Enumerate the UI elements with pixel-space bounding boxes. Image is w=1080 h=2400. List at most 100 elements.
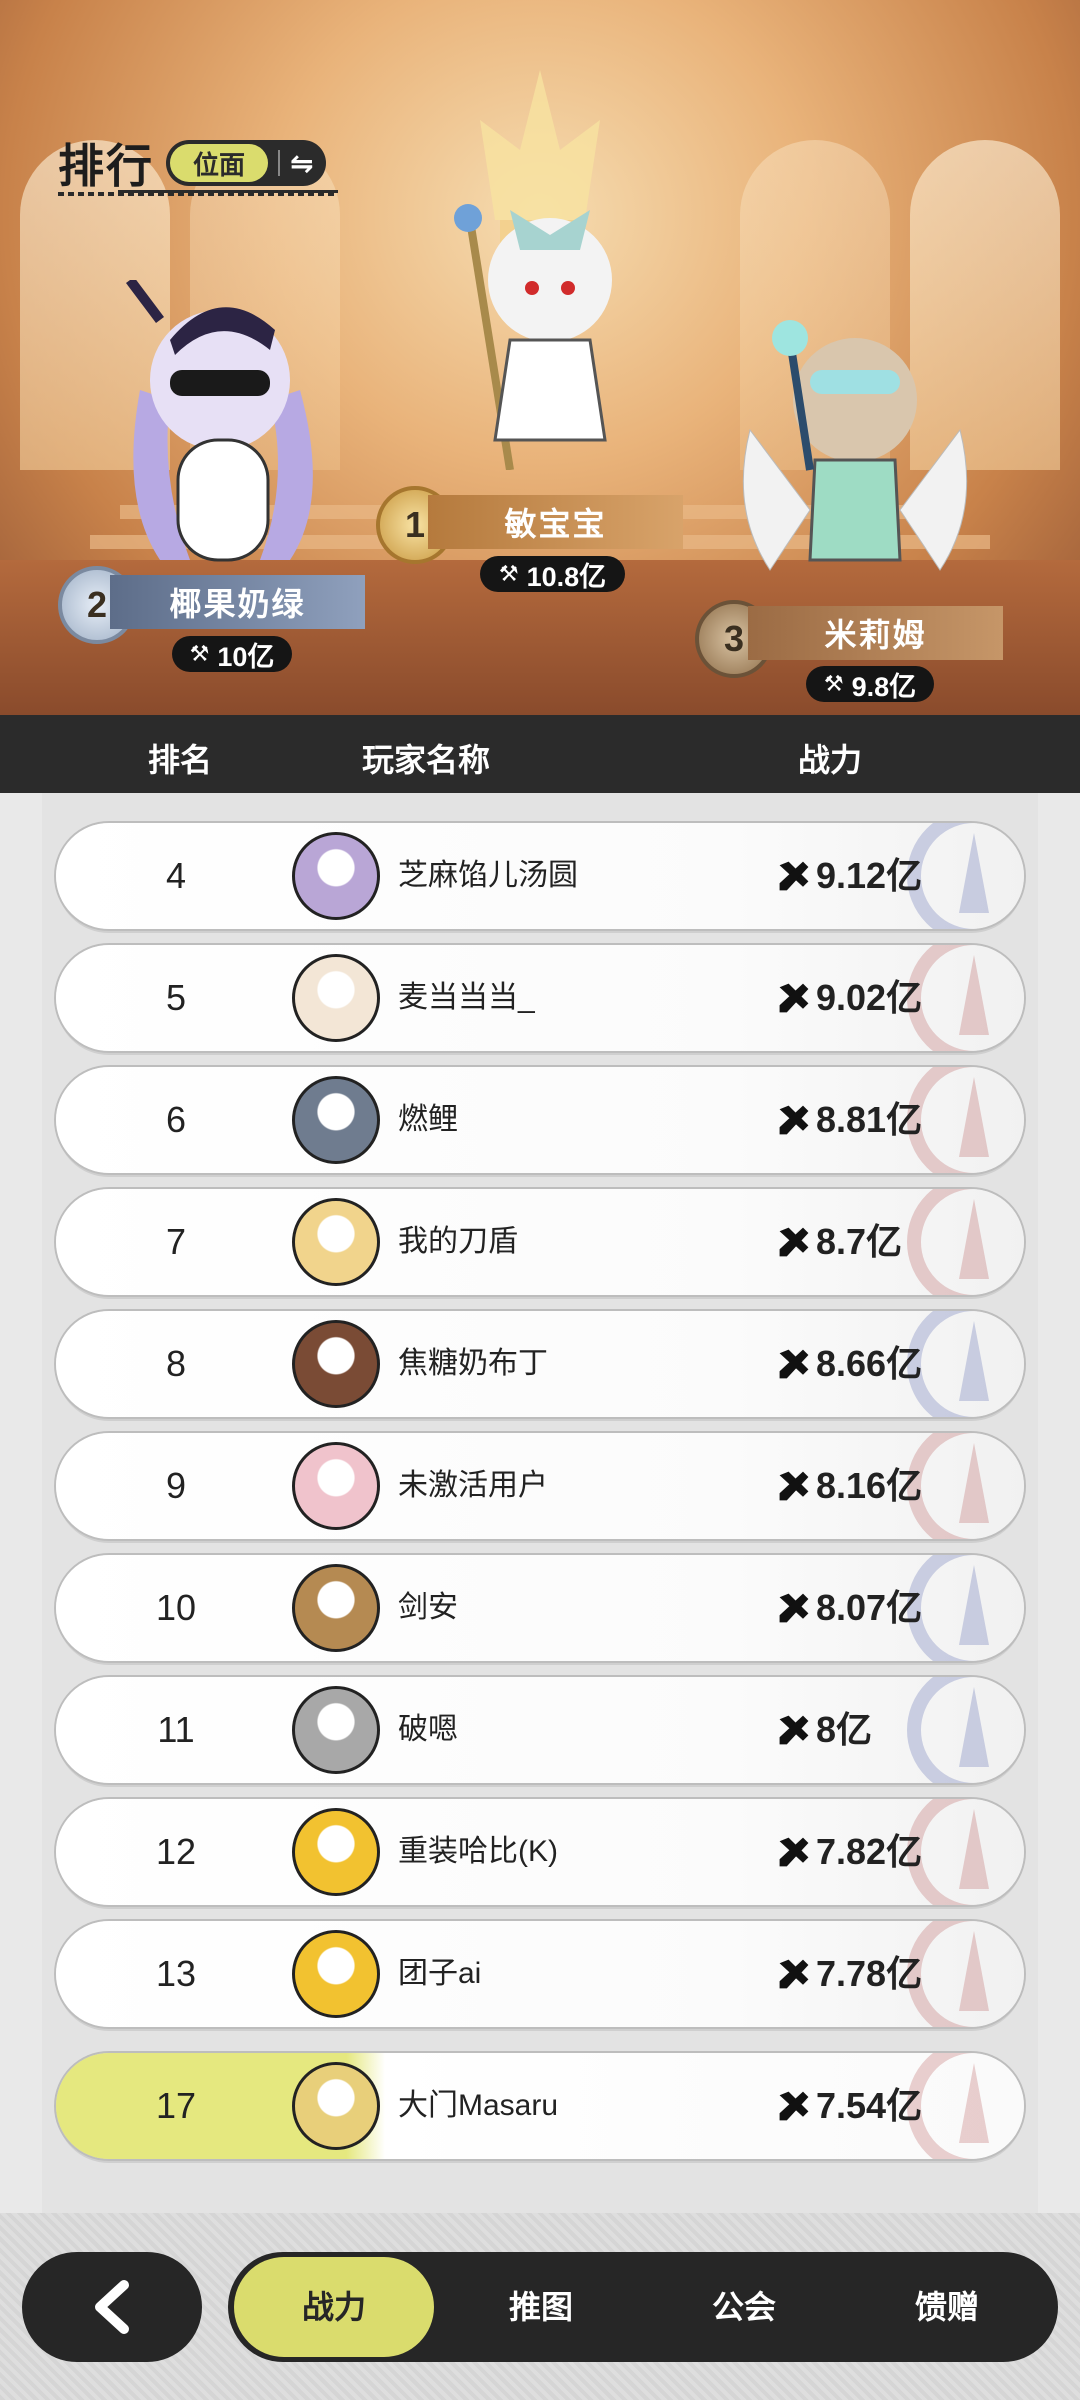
player-2-power: ⚒ 10亿: [172, 636, 292, 672]
crest-emblem: [907, 1677, 1024, 1783]
power-value: 9.02亿: [776, 945, 922, 1051]
rank-number: 10: [155, 1587, 197, 1628]
player-2-character[interactable]: [100, 280, 340, 570]
avatar[interactable]: [292, 1198, 380, 1286]
avatar[interactable]: [292, 1076, 380, 1164]
power-icon: [779, 2091, 809, 2121]
table-row[interactable]: 9 未激活用户 8.16亿: [56, 1433, 1024, 1539]
table-row[interactable]: 4 芝麻馅儿汤圆 9.12亿: [56, 823, 1024, 929]
table-row[interactable]: 8 焦糖奶布丁 8.66亿: [56, 1311, 1024, 1417]
avatar[interactable]: [292, 1442, 380, 1530]
player-1-name[interactable]: 敏宝宝: [428, 495, 683, 549]
avatar[interactable]: [292, 832, 380, 920]
avatar[interactable]: [292, 1564, 380, 1652]
power-text: 8.16亿: [816, 1465, 923, 1506]
table-row[interactable]: 13 团子ai 7.78亿: [56, 1921, 1024, 2027]
table-row[interactable]: 7 我的刀盾 8.7亿: [56, 1189, 1024, 1295]
avatar[interactable]: [292, 2062, 380, 2150]
power-value: 8.16亿: [776, 1433, 922, 1539]
table-header: 排名 玩家名称 战力: [0, 715, 1080, 793]
power-value: 8.66亿: [776, 1311, 922, 1417]
player-name[interactable]: 我的刀盾: [398, 1189, 518, 1295]
power-value: 9.12亿: [776, 823, 922, 929]
player-name[interactable]: 重装哈比(K): [398, 1799, 558, 1905]
player-name[interactable]: 焦糖奶布丁: [398, 1311, 548, 1417]
player-name[interactable]: 芝麻馅儿汤圆: [398, 823, 578, 929]
swap-icon: ⇋: [290, 147, 314, 179]
rank-number: 4: [165, 855, 187, 896]
power-value: 8.81亿: [776, 1067, 922, 1173]
power-value: 8.7亿: [776, 1189, 902, 1295]
column-player-name: 玩家名称: [362, 742, 491, 778]
power-icon: [779, 1837, 809, 1867]
power-text: 8亿: [816, 1709, 873, 1750]
player-name[interactable]: 大门Masaru: [398, 2053, 558, 2159]
table-row[interactable]: 12 重装哈比(K) 7.82亿: [56, 1799, 1024, 1905]
avatar[interactable]: [292, 1930, 380, 2018]
table-row[interactable]: 10 剑安 8.07亿: [56, 1555, 1024, 1661]
player-name[interactable]: 麦当当当_: [398, 945, 535, 1051]
tab-bar: 战力 推图 公会 馈赠: [228, 2252, 1058, 2362]
power-text: 7.54亿: [816, 2085, 923, 2126]
back-button[interactable]: [22, 2252, 202, 2362]
player-3-name[interactable]: 米莉姆: [748, 606, 1003, 660]
player-2-name[interactable]: 椰果奶绿: [110, 575, 365, 629]
table-row[interactable]: 5 麦当当当_ 9.02亿: [56, 945, 1024, 1051]
rank-number: 9: [165, 1465, 187, 1506]
rank-number: 17: [155, 2085, 197, 2126]
power-text: 8.66亿: [816, 1343, 923, 1384]
title-underline: [58, 190, 338, 196]
power-value: 8.07亿: [776, 1555, 922, 1661]
rank-number: 6: [165, 1099, 187, 1140]
power-text: 7.82亿: [816, 1831, 923, 1872]
power-icon: ⚒: [189, 641, 210, 666]
power-text: 9.12亿: [816, 855, 923, 896]
player-name[interactable]: 破嗯: [398, 1677, 458, 1783]
player-name[interactable]: 团子ai: [398, 1921, 481, 2027]
ranking-list[interactable]: 4 芝麻馅儿汤圆 9.12亿 5 麦当当当_ 9.02亿 6 燃鲤 8.81亿 7 我的刀盾 8.7亿…: [42, 793, 1038, 2213]
player-3-power: ⚒ 9.8亿: [806, 666, 934, 702]
avatar[interactable]: [292, 954, 380, 1042]
player-1-power: ⚒ 10.8亿: [480, 556, 625, 592]
scope-toggle-button[interactable]: 位面 ⇋: [166, 140, 326, 186]
power-icon: ⚒: [498, 561, 519, 586]
column-rank: 排名: [148, 742, 213, 778]
power-text: 9.02亿: [816, 977, 923, 1018]
rank-number: 11: [157, 1709, 195, 1750]
power-icon: [779, 983, 809, 1013]
avatar[interactable]: [292, 1686, 380, 1774]
player-3-character[interactable]: [730, 310, 980, 610]
player-1-character[interactable]: [440, 180, 640, 470]
power-text: 7.78亿: [816, 1953, 923, 1994]
tab-guild[interactable]: 公会: [644, 2252, 844, 2362]
player-name[interactable]: 剑安: [398, 1555, 458, 1661]
table-row[interactable]: 11 破嗯 8亿: [56, 1677, 1024, 1783]
power-value: 7.78亿: [776, 1921, 922, 2027]
power-value: 7.82亿: [776, 1799, 922, 1905]
power-icon: [779, 1715, 809, 1745]
scope-label: 位面: [170, 144, 268, 182]
power-icon: [779, 1959, 809, 1989]
power-icon: ⚒: [823, 671, 844, 696]
chevron-left-icon: [95, 2280, 129, 2334]
rank-number: 12: [155, 1831, 197, 1872]
tab-stage-progress[interactable]: 推图: [441, 2252, 641, 2362]
power-icon: [779, 1593, 809, 1623]
avatar[interactable]: [292, 1320, 380, 1408]
column-power: 战力: [798, 742, 863, 778]
player-name[interactable]: 未激活用户: [398, 1433, 548, 1539]
player-name[interactable]: 燃鲤: [398, 1067, 458, 1173]
divider: [278, 150, 280, 176]
tab-power[interactable]: 战力: [234, 2257, 434, 2357]
power-icon: [779, 861, 809, 891]
avatar[interactable]: [292, 1808, 380, 1896]
table-row[interactable]: 6 燃鲤 8.81亿: [56, 1067, 1024, 1173]
power-icon: [779, 1227, 809, 1257]
power-value: 8亿: [776, 1677, 872, 1783]
page-title: 排行: [58, 140, 154, 192]
power-value: 7.54亿: [776, 2053, 922, 2159]
power-text: 8.81亿: [816, 1099, 923, 1140]
podium-banner: 排行 位面 ⇋ 2 椰果奶绿 ⚒ 10亿 1 敏宝宝 ⚒ 10.8亿 3 米莉姆…: [0, 0, 1080, 715]
my-rank-row[interactable]: 17 大门Masaru 7.54亿: [56, 2053, 1024, 2159]
tab-gifts[interactable]: 馈赠: [847, 2252, 1047, 2362]
